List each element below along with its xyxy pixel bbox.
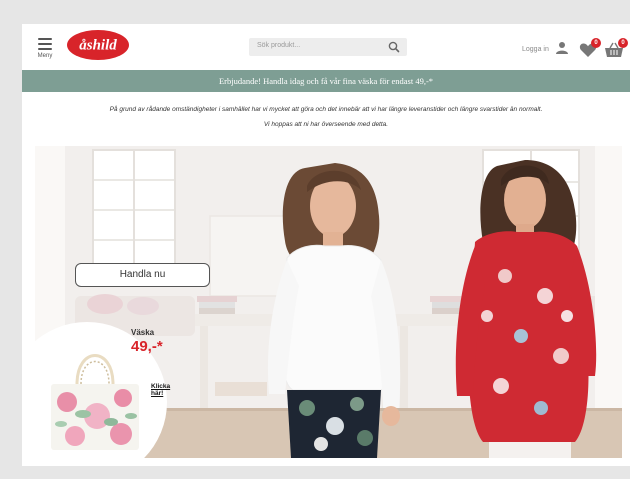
notice-line-1: På grund av rådande omständigheter i sam… bbox=[109, 106, 543, 113]
login-link[interactable]: Logga in bbox=[522, 46, 549, 53]
hamburger-icon-bar bbox=[38, 43, 52, 45]
notice-line-2: Vi hoppas att ni har överseende med dett… bbox=[263, 121, 389, 128]
cart-count-badge: 0 bbox=[618, 38, 628, 48]
search-icon[interactable] bbox=[387, 40, 401, 54]
tote-bag-image bbox=[51, 354, 139, 450]
offer-banner[interactable]: Erbjudande! Handla idag och få vår fina … bbox=[22, 70, 630, 92]
search-box[interactable]: Sök produkt... bbox=[249, 38, 407, 56]
cart-button[interactable]: 0 bbox=[604, 38, 628, 58]
bag-promo[interactable]: Väska 49,-* Klicka här! bbox=[35, 322, 170, 458]
promo-product-name: Väska bbox=[131, 328, 155, 337]
menu-label: Meny bbox=[37, 53, 53, 59]
promo-price: 49,-* bbox=[131, 338, 163, 355]
hamburger-icon bbox=[38, 38, 52, 40]
logo[interactable]: åshild bbox=[66, 28, 130, 62]
hamburger-icon-bar bbox=[38, 48, 52, 50]
wishlist-button[interactable]: 0 bbox=[579, 38, 601, 58]
menu-button[interactable]: Meny bbox=[34, 38, 56, 59]
logo-text: åshild bbox=[79, 38, 117, 54]
wishlist-count-badge: 0 bbox=[591, 38, 601, 48]
user-icon[interactable] bbox=[555, 41, 569, 55]
page: Meny åshild Sök produkt... Logga in 0 0 bbox=[22, 24, 630, 466]
delivery-notice: På grund av rådande omständigheter i sam… bbox=[22, 102, 630, 132]
hero-banner[interactable]: Handla nu Väska 49,-* Klicka här! bbox=[35, 146, 622, 458]
shop-now-button[interactable]: Handla nu bbox=[75, 263, 210, 287]
search-placeholder[interactable]: Sök produkt... bbox=[257, 42, 300, 49]
promo-click-here-link[interactable]: Klicka här! bbox=[151, 383, 170, 397]
